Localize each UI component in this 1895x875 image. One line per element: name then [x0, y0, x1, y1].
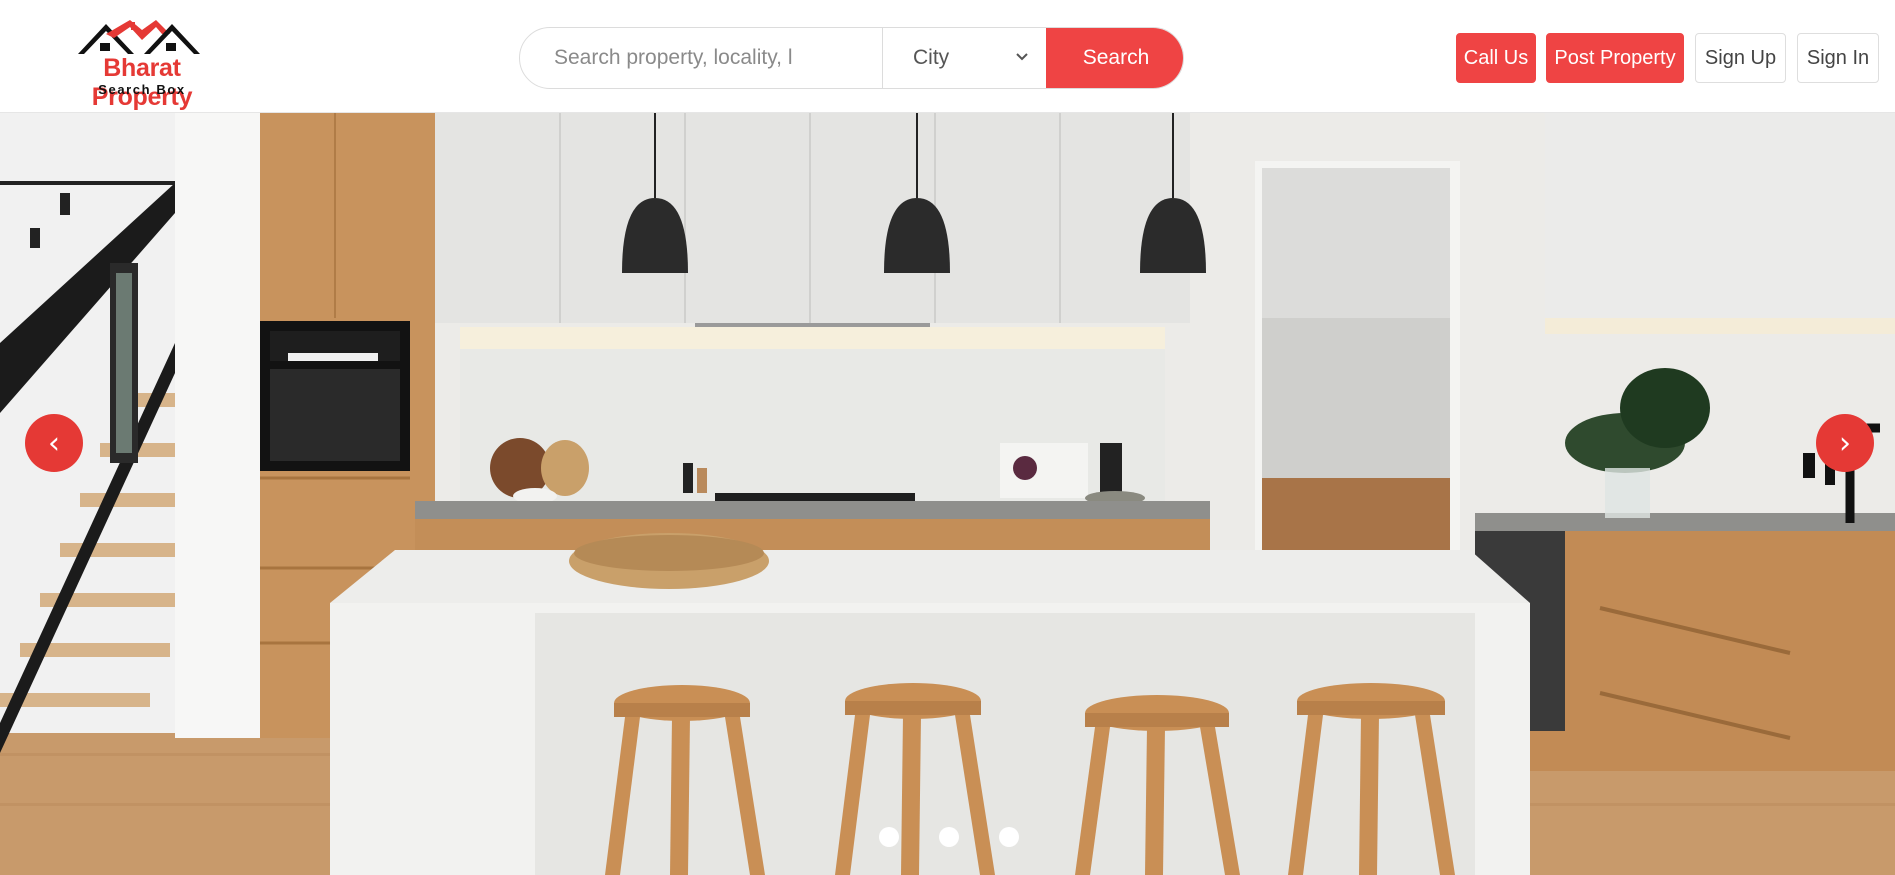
carousel-dot-2[interactable] — [939, 827, 959, 847]
post-property-button[interactable]: Post Property — [1546, 33, 1684, 83]
sign-in-button[interactable]: Sign In — [1797, 33, 1879, 83]
brand-logo[interactable]: Bharat Property Search Box — [48, 14, 238, 111]
city-select-value: City — [913, 46, 950, 69]
carousel-dot-1[interactable] — [879, 827, 899, 847]
city-select[interactable]: City — [882, 28, 1046, 88]
kitchen-interior-image — [0, 113, 1895, 875]
chevron-left-icon: ‹ — [48, 425, 60, 461]
search-button[interactable]: Search — [1046, 28, 1183, 88]
chevron-down-icon — [1016, 53, 1028, 61]
site-header: Bharat Property Search Box City Search C… — [0, 0, 1895, 113]
house-roof-icon — [78, 20, 200, 54]
chevron-right-icon: › — [1839, 425, 1851, 461]
search-bar: City Search — [519, 27, 1184, 89]
search-input[interactable] — [520, 28, 882, 88]
carousel-prev-button[interactable]: ‹ — [25, 414, 83, 472]
hero-carousel: ‹ › — [0, 113, 1895, 875]
call-us-button[interactable]: Call Us — [1456, 33, 1536, 83]
carousel-dot-3[interactable] — [999, 827, 1019, 847]
brand-tagline: Search Box — [98, 82, 186, 97]
carousel-indicators — [879, 827, 1019, 847]
carousel-next-button[interactable]: › — [1816, 414, 1874, 472]
sign-up-button[interactable]: Sign Up — [1695, 33, 1786, 83]
